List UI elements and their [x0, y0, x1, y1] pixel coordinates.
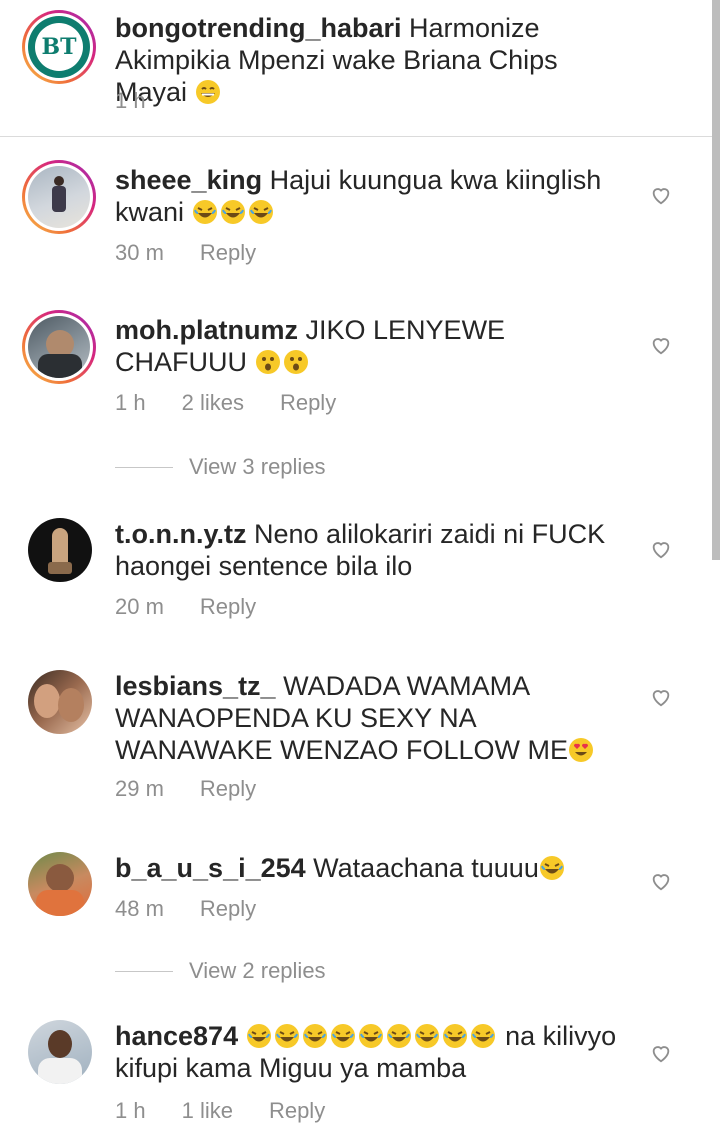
like-heart-icon[interactable] [650, 538, 672, 560]
replies-divider-line [115, 466, 173, 468]
comment-time: 1 h [115, 390, 146, 415]
comment-time: 48 m [115, 896, 164, 921]
replies-divider-line [115, 970, 173, 972]
comment-time: 30 m [115, 240, 164, 265]
comment-meta: 48 m Reply [115, 896, 256, 922]
laughing-emoji-icon [539, 856, 564, 880]
caption-time: 1 h [115, 88, 146, 113]
grin-emoji-icon [195, 80, 220, 104]
comment-text: b_a_u_s_i_254 Wataachana tuuuu [115, 852, 632, 884]
like-heart-icon[interactable] [650, 1042, 672, 1064]
comment-avatar[interactable] [28, 670, 92, 734]
surprised-emoji-icon [255, 347, 311, 377]
comment-meta: 1 h 2 likes Reply [115, 390, 336, 416]
comment-text: lesbians_tz_ WADADA WAMAMA WANAOPENDA KU… [115, 670, 632, 766]
comment-meta: 20 m Reply [115, 594, 256, 620]
like-heart-icon[interactable] [650, 870, 672, 892]
like-heart-icon[interactable] [650, 686, 672, 708]
view-replies-label: View 2 replies [189, 958, 326, 983]
comment-avatar[interactable] [22, 160, 96, 234]
reply-button[interactable]: Reply [200, 896, 256, 922]
comment-meta: 29 m Reply [115, 776, 256, 802]
view-replies-button[interactable]: View 3 replies [115, 454, 326, 480]
comment-text: sheee_king Hajui kuungua kwa kiinglish k… [115, 164, 632, 228]
likes-count[interactable]: 1 like [182, 1098, 233, 1124]
comment-username[interactable]: t.o.n.n.y.tz [115, 519, 246, 549]
comment-text: hance874 na kilivyo kifupi kama Miguu ya… [115, 1020, 632, 1084]
caption-avatar[interactable]: BT [22, 10, 96, 84]
comment-username[interactable]: moh.platnumz [115, 315, 298, 345]
reply-button[interactable]: Reply [280, 390, 336, 416]
comment-avatar[interactable] [22, 310, 96, 384]
comment-avatar[interactable] [28, 852, 92, 916]
heart-eyes-emoji-icon [569, 738, 594, 762]
comment-meta: 1 h 1 like Reply [115, 1098, 325, 1124]
comment-avatar[interactable] [28, 1020, 92, 1084]
laughing-emoji-icon [192, 197, 276, 227]
reply-button[interactable]: Reply [269, 1098, 325, 1124]
comment-username[interactable]: lesbians_tz_ [115, 671, 276, 701]
likes-count[interactable]: 2 likes [182, 390, 244, 416]
laughing-emoji-icon [246, 1021, 506, 1051]
caption-text: bongotrending_habari Harmonize Akimpikia… [115, 12, 632, 108]
comment-avatar[interactable] [28, 518, 92, 582]
scrollbar[interactable] [712, 0, 720, 560]
reply-button[interactable]: Reply [200, 240, 256, 266]
reply-button[interactable]: Reply [200, 594, 256, 620]
comment-time: 29 m [115, 776, 164, 801]
comment-username[interactable]: sheee_king [115, 165, 262, 195]
comment-time: 1 h [115, 1098, 146, 1123]
comment-body: Wataachana tuuuu [313, 853, 539, 883]
caption-meta: 1 h [115, 88, 146, 114]
reply-button[interactable]: Reply [200, 776, 256, 802]
post-caption: BT bongotrending_habari Harmonize Akimpi… [0, 0, 712, 137]
comment-username[interactable]: b_a_u_s_i_254 [115, 853, 306, 883]
view-replies-label: View 3 replies [189, 454, 326, 479]
caption-username[interactable]: bongotrending_habari [115, 13, 402, 43]
comment-text: t.o.n.n.y.tz Neno alilokariri zaidi ni F… [115, 518, 632, 582]
bongotrending-logo-icon: BT [28, 16, 90, 78]
comment-time: 20 m [115, 594, 164, 619]
view-replies-button[interactable]: View 2 replies [115, 958, 326, 984]
comment-meta: 30 m Reply [115, 240, 256, 266]
like-heart-icon[interactable] [650, 184, 672, 206]
comment-text: moh.platnumz JIKO LENYEWE CHAFUUU [115, 314, 632, 378]
comment-username[interactable]: hance874 [115, 1021, 238, 1051]
like-heart-icon[interactable] [650, 334, 672, 356]
